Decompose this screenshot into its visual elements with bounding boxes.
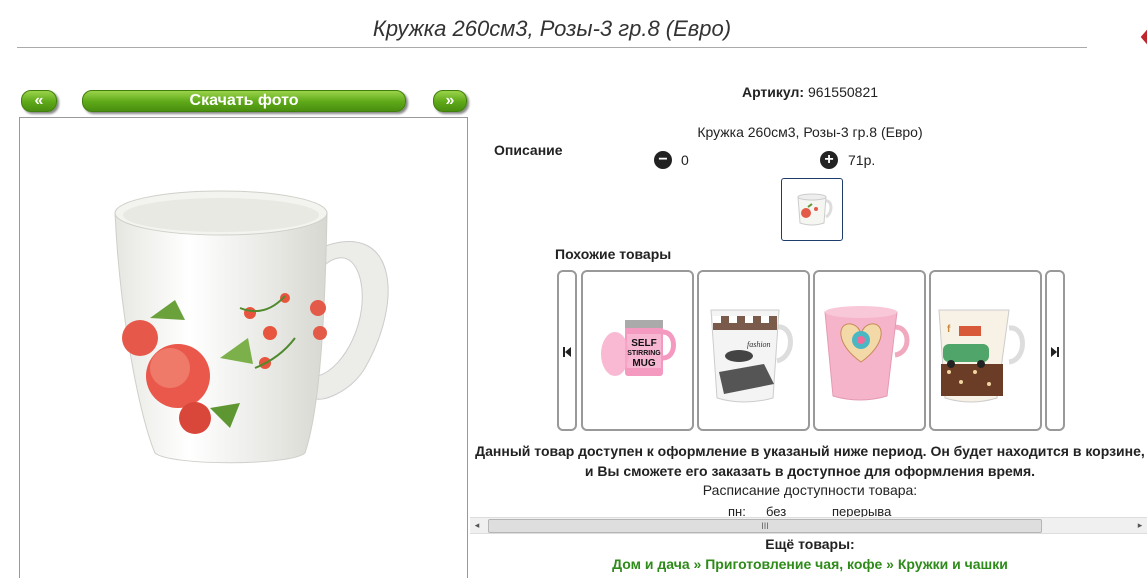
breadcrumb-mugs-cups[interactable]: Кружки и чашки: [898, 556, 1008, 572]
similar-item-self-stirring-mug[interactable]: SELF STIRRING MUG: [581, 270, 694, 431]
self-stirring-text-1: SELF: [631, 338, 657, 349]
prev-photo-button[interactable]: «: [21, 90, 57, 112]
self-stirring-mug-image: SELF STIRRING MUG: [601, 320, 676, 376]
description-text: Кружка 260см3, Розы-3 гр.8 (Евро): [697, 124, 923, 140]
availability-line-2: и Вы сможете его заказать в доступное дл…: [584, 463, 1036, 479]
title-divider: [17, 47, 1087, 48]
article-info: Артикул: 961550821: [470, 84, 1147, 100]
page-title: Кружка 260см3, Розы-3 гр.8 (Евро): [372, 16, 732, 41]
minus-circle-icon[interactable]: −: [654, 151, 672, 169]
heart-mug-image: [824, 306, 910, 401]
fashion-mug-image: fashion: [710, 309, 793, 403]
scroll-right-arrow-icon[interactable]: ▸: [1133, 518, 1147, 533]
close-icon[interactable]: [1140, 22, 1147, 52]
breadcrumb-separator: »: [886, 556, 894, 572]
plus-circle-icon[interactable]: +: [820, 151, 838, 169]
scrollbar-thumb[interactable]: III: [488, 519, 1042, 533]
similar-item-car-mug[interactable]: f: [929, 270, 1042, 431]
availability-line-1: Данный товар доступен к оформление в ука…: [475, 443, 1145, 459]
product-thumbnail[interactable]: [781, 178, 843, 241]
scroll-left-arrow-icon[interactable]: ◂: [470, 518, 484, 533]
article-value: 961550821: [807, 84, 879, 100]
similar-item-fashion-mug[interactable]: fashion: [697, 270, 810, 431]
carousel-prev-button[interactable]: [557, 270, 577, 431]
skip-forward-icon: [1051, 347, 1059, 357]
product-photo-frame: [19, 117, 468, 578]
breadcrumb-home-garden[interactable]: Дом и дача: [612, 556, 690, 572]
description-label: Описание: [494, 142, 563, 158]
breadcrumb-separator: »: [693, 556, 702, 572]
similar-item-heart-mug[interactable]: [813, 270, 926, 431]
breadcrumb: Дом и дача » Приготовление чая, кофе » К…: [470, 556, 1147, 572]
car-mug-image: f: [938, 309, 1025, 403]
price-value: 71р.: [848, 152, 876, 168]
download-photo-button[interactable]: Скачать фото: [82, 90, 406, 112]
skip-back-icon: [563, 347, 571, 357]
thumbnail-mug-image: [797, 193, 833, 226]
similar-products-title: Похожие товары: [555, 246, 672, 262]
next-photo-button[interactable]: »: [433, 90, 467, 112]
availability-notice: Данный товар доступен к оформление в ука…: [470, 441, 1147, 481]
self-stirring-text-3: MUG: [632, 358, 656, 369]
quantity-value: 0: [681, 152, 689, 168]
breadcrumb-tea-coffee[interactable]: Приготовление чая, кофе: [705, 556, 882, 572]
article-label: Артикул:: [741, 84, 805, 100]
more-products-title: Ещё товары:: [765, 536, 855, 552]
horizontal-scrollbar[interactable]: ◂ III ▸: [470, 517, 1147, 534]
carousel-next-button[interactable]: [1045, 270, 1065, 431]
svg-text:fashion: fashion: [747, 340, 771, 349]
schedule-label: Расписание доступности товара:: [702, 482, 918, 498]
product-photo[interactable]: [20, 118, 467, 558]
self-stirring-text-2: STIRRING: [627, 350, 661, 357]
